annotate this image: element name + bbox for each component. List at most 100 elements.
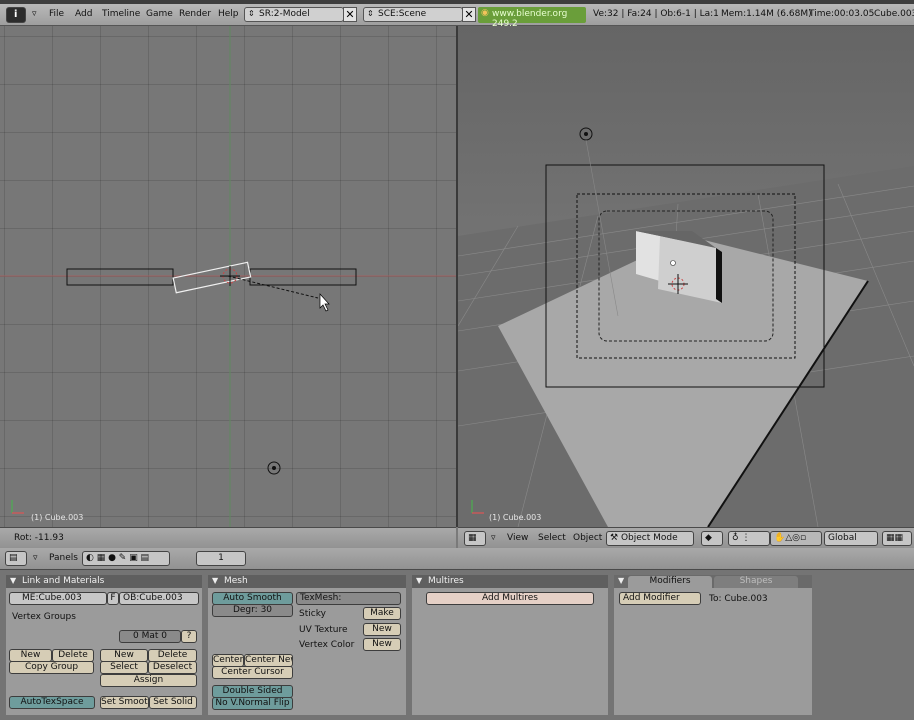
menu-file[interactable]: File	[49, 9, 64, 19]
lamp-right-inner	[584, 132, 588, 136]
fake-user-label: F	[110, 593, 116, 603]
label: Set Smooth	[101, 697, 149, 707]
label: Center New	[245, 655, 293, 665]
context-tab-icons[interactable]: ◐ ▦ ● ✎ ▣ ▤	[82, 551, 170, 566]
frame-number: 1	[218, 553, 224, 563]
info-glyph: i	[14, 9, 18, 20]
viewport-camera[interactable]: (1) Cube.003	[458, 26, 914, 527]
panel-mesh: ▼ Mesh Auto Smooth Degr: 30 TexMesh: Sti…	[208, 575, 406, 715]
header-collapse-icon[interactable]: ▿	[32, 9, 37, 19]
selected-cube-outline	[172, 261, 252, 294]
menu-help[interactable]: Help	[218, 9, 239, 19]
label: New	[20, 650, 41, 660]
orientation-select[interactable]: Global	[824, 531, 878, 546]
viewport-right-drawing	[458, 127, 914, 527]
label: Shapes	[739, 576, 773, 586]
panel-title: Multires	[428, 576, 464, 586]
scene-select[interactable]: ⇕ SCE:Scene	[363, 7, 463, 22]
draw-type-icon[interactable]: ◆	[701, 531, 723, 546]
object-name: OB:Cube.003	[123, 593, 183, 603]
panel-multires: ▼ Multires Add Multires	[412, 575, 608, 715]
texmesh-field[interactable]: TexMesh:	[296, 592, 401, 605]
panel-header-link-materials[interactable]: ▼ Link and Materials	[6, 575, 202, 588]
material-index: 0 Mat 0	[133, 631, 167, 641]
transform-status: Rot: -11.93	[14, 533, 64, 543]
mesh-datablock-field[interactable]: ME:Cube.003	[9, 592, 107, 605]
material-index-field[interactable]: 0 Mat 0	[119, 630, 181, 643]
menu-render[interactable]: Render	[179, 9, 211, 19]
viewport-object-label-right: (1) Cube.003	[489, 513, 542, 522]
tab-shapes[interactable]: Shapes	[714, 576, 798, 588]
add-multires-button[interactable]: Add Multires	[426, 592, 594, 605]
screen-select[interactable]: ⇕ SR:2-Model	[244, 7, 344, 22]
menu-select[interactable]: Select	[538, 533, 566, 543]
mode-select[interactable]: ⚒ Object Mode	[606, 531, 694, 546]
panel-title: Link and Materials	[22, 576, 105, 586]
menu-object[interactable]: Object	[573, 533, 602, 543]
editor-type-grid-icon[interactable]: ▦	[464, 531, 486, 546]
sticky-make-button[interactable]: Make	[363, 607, 401, 620]
auto-tex-space-toggle[interactable]: AutoTexSpace	[9, 696, 95, 709]
panel-modifiers: ▼ Modifiers Shapes Add Modifier To: Cube…	[614, 575, 812, 715]
blender-url-link[interactable]: ◉ www.blender.org 249.2	[478, 7, 586, 29]
center-cursor-button[interactable]: Center Cursor	[212, 666, 293, 679]
material-select-button[interactable]: Select	[100, 661, 148, 674]
tab-modifiers[interactable]: Modifiers	[628, 576, 712, 588]
viewport-object-label: (1) Cube.003	[31, 513, 84, 522]
material-deselect-button[interactable]: Deselect	[148, 661, 197, 674]
viewport-top-ortho[interactable]: (1) Cube.003	[0, 26, 456, 527]
updown-icon: ⇕	[367, 9, 374, 18]
menu-view[interactable]: View	[507, 533, 528, 543]
menu-game[interactable]: Game	[146, 9, 173, 19]
pivot-snap-icons[interactable]: ♁ ⋮	[728, 531, 770, 546]
modifier-target-label: To: Cube.003	[709, 594, 768, 604]
mode-icon: ⚒	[610, 533, 621, 543]
viewport-left-drawing	[0, 26, 456, 527]
degree-field[interactable]: Degr: 30	[212, 604, 293, 617]
label: Assign	[133, 675, 164, 685]
add-modifier-menu[interactable]: Add Modifier	[619, 592, 701, 605]
screen-delete-button[interactable]: ✕	[343, 7, 357, 22]
help-label: ?	[186, 631, 192, 641]
material-help-button[interactable]: ?	[181, 630, 197, 643]
mesh-name: ME:Cube.003	[22, 593, 82, 603]
copy-group-button[interactable]: Copy Group	[9, 661, 94, 674]
label: New	[372, 639, 392, 649]
header-collapse-icon[interactable]: ▿	[491, 533, 496, 543]
panel-header-mesh[interactable]: ▼ Mesh	[208, 575, 406, 588]
label: Make	[370, 608, 394, 618]
cube-side-dark	[716, 248, 722, 303]
screen-name: SR:2-Model	[259, 9, 310, 19]
set-solid-button[interactable]: Set Solid	[149, 696, 197, 709]
scene-delete-button[interactable]: ✕	[462, 7, 476, 22]
label: Select	[110, 662, 138, 672]
manipulator-icons[interactable]: ✋△◎▫	[770, 531, 822, 546]
3d-view-header: ▦ ▿ View Select Object ⚒ Object Mode ◆ ♁…	[458, 527, 914, 548]
label: Deselect	[152, 662, 193, 672]
vertex-color-new-button[interactable]: New	[363, 638, 401, 651]
frame-number-field[interactable]: 1	[196, 551, 246, 566]
panel-title: Mesh	[224, 576, 248, 586]
scene-name: SCE:Scene	[378, 9, 427, 19]
uv-texture-new-button[interactable]: New	[363, 623, 401, 636]
layer-buttons[interactable]: ▦▦	[882, 531, 912, 546]
label: Delete	[157, 650, 188, 660]
object-name-field[interactable]: OB:Cube.003	[119, 592, 199, 605]
no-vnormal-flip-toggle[interactable]: No V.Normal Flip	[212, 697, 293, 710]
buttons-editor-type-icon[interactable]: ▤	[5, 551, 27, 566]
material-assign-button[interactable]: Assign	[100, 674, 197, 687]
uv-texture-label: UV Texture	[299, 625, 348, 635]
label: AutoTexSpace	[20, 697, 84, 707]
info-editor-type-icon[interactable]: i	[6, 7, 26, 23]
fake-user-toggle[interactable]: F	[107, 592, 119, 605]
label: Modifiers	[649, 576, 691, 586]
label: Copy Group	[24, 662, 79, 672]
panels-menu[interactable]: Panels	[49, 553, 78, 563]
mouse-pointer	[319, 293, 330, 312]
panel-header-multires[interactable]: ▼ Multires	[412, 575, 608, 588]
menu-add[interactable]: Add	[75, 9, 92, 19]
set-smooth-button[interactable]: Set Smooth	[100, 696, 149, 709]
header-collapse-icon[interactable]: ▿	[33, 553, 38, 563]
menu-timeline[interactable]: Timeline	[102, 9, 140, 19]
viewport-left-status-bar: Rot: -11.93	[0, 527, 456, 548]
